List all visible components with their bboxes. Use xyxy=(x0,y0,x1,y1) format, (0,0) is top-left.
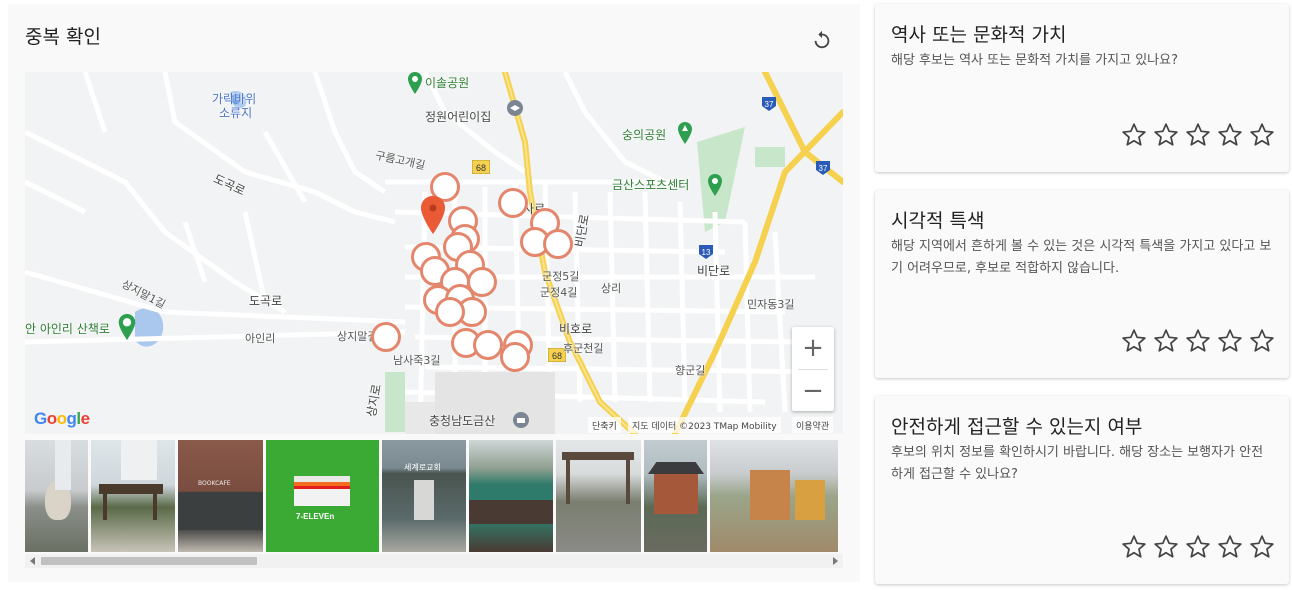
scroll-left-arrow-icon[interactable] xyxy=(30,557,35,565)
school-pin-icon xyxy=(507,100,523,116)
map-label-sports: 금산스포츠센터 xyxy=(612,178,690,192)
park-tree-icon xyxy=(678,122,692,144)
card-safe-access: 안전하게 접근할 수 있는지 여부 후보의 위치 정보를 확인하시기 바랍니다.… xyxy=(875,396,1289,584)
scrollbar-thumb[interactable] xyxy=(41,557,257,565)
star-icon[interactable] xyxy=(1153,328,1179,354)
candidate-marker[interactable] xyxy=(498,188,528,218)
card-title: 역사 또는 문화적 가치 xyxy=(891,24,1067,46)
gov-pin-icon xyxy=(513,412,529,428)
candidate-marker[interactable] xyxy=(473,330,503,360)
map-label-road-gunjeong: 군정5길 xyxy=(542,270,580,283)
map-label-road-docok2: 도곡로 xyxy=(249,294,283,308)
selected-location-pin-icon[interactable] xyxy=(421,196,445,234)
map-label-park1: 이솔공원 xyxy=(425,76,470,90)
route-badge-37b: 37 xyxy=(816,161,830,175)
map[interactable]: 68 68 13 37 37 이솔공원 정원어린이집 숭의공원 금산스포츠센터 … xyxy=(25,72,843,434)
star-icon[interactable] xyxy=(1185,534,1211,560)
sports-pin-icon xyxy=(708,174,722,196)
thumbnail-scrollbar[interactable] xyxy=(25,554,843,568)
seven-eleven-logo-text: 7-ELEVEn xyxy=(296,512,335,521)
panel-title: 중복 확인 xyxy=(25,26,101,48)
star-icon[interactable] xyxy=(1185,122,1211,148)
map-label-park2: 숭의공원 xyxy=(622,128,667,142)
map-label-road-bidan: 비단로 xyxy=(697,264,731,278)
thumbnail-strip[interactable]: BOOKCAFE 7-ELEVEn 세계로교회 xyxy=(25,440,843,552)
svg-text:13: 13 xyxy=(702,248,711,257)
card-description: 해당 후보는 역사 또는 문화적 가치를 가지고 있나요? xyxy=(891,53,1178,68)
star-rating[interactable] xyxy=(1121,328,1275,354)
zoom-in-button[interactable]: + xyxy=(792,327,834,369)
map-label-road-biho: 비호로 xyxy=(559,322,593,336)
map-label-road-mandong: 민자동3길 xyxy=(747,298,795,311)
map-label-road-hugun: 후군천길 xyxy=(563,342,604,355)
star-icon[interactable] xyxy=(1217,122,1243,148)
star-icon[interactable] xyxy=(1153,534,1179,560)
star-rating[interactable] xyxy=(1121,122,1275,148)
card-history-culture: 역사 또는 문화적 가치 해당 후보는 역사 또는 문화적 가치를 가지고 있나… xyxy=(875,4,1289,172)
church-sign-text: 세계로교회 xyxy=(404,463,441,472)
thumbnail-playground[interactable] xyxy=(710,440,838,552)
card-description: 해당 지역에서 흔하게 볼 수 있는 것은 시각적 특색을 가지고 있다고 보기… xyxy=(891,239,1272,276)
map-label-playground: 정원어린이집 xyxy=(425,110,492,124)
thumbnail-church[interactable]: 세계로교회 xyxy=(382,440,466,552)
star-icon[interactable] xyxy=(1249,534,1275,560)
star-icon[interactable] xyxy=(1217,328,1243,354)
card-description: 후보의 위치 정보를 확인하시기 바랍니다. 해당 장소는 보행자가 안전하게 … xyxy=(891,445,1264,482)
thumbnail-korean-pavilion[interactable] xyxy=(644,440,707,552)
star-icon[interactable] xyxy=(1249,328,1275,354)
refresh-button[interactable] xyxy=(808,26,836,54)
refresh-icon xyxy=(814,30,830,49)
svg-text:37: 37 xyxy=(819,164,828,173)
candidate-marker[interactable] xyxy=(543,229,573,259)
candidate-marker[interactable] xyxy=(435,297,465,327)
star-icon[interactable] xyxy=(1121,328,1147,354)
zoom-controls: + − xyxy=(792,327,834,411)
map-terms-link[interactable]: 이용약관 xyxy=(792,417,834,433)
map-label-road-hyanggun: 향군길 xyxy=(675,364,706,377)
route-badge-68: 68 xyxy=(472,160,490,174)
svg-text:68: 68 xyxy=(552,351,562,361)
scroll-right-arrow-icon[interactable] xyxy=(833,557,838,565)
route-badge-13: 13 xyxy=(699,245,713,259)
map-label-road-namsa: 남사죽3길 xyxy=(393,354,441,367)
map-label-road-sangni: 상리 xyxy=(601,282,622,295)
route-badge-37: 37 xyxy=(762,97,776,111)
candidate-marker[interactable] xyxy=(371,322,401,352)
card-visual-feature: 시각적 특색 해당 지역에서 흔하게 볼 수 있는 것은 시각적 특색을 가지고… xyxy=(875,190,1289,378)
star-icon[interactable] xyxy=(1153,122,1179,148)
star-icon[interactable] xyxy=(1121,534,1147,560)
card-title: 시각적 특색 xyxy=(891,210,985,232)
star-icon[interactable] xyxy=(1185,328,1211,354)
thumbnail-pavilion-apartment[interactable] xyxy=(91,440,175,552)
google-logo[interactable]: Google xyxy=(34,409,90,429)
svg-text:37: 37 xyxy=(765,100,774,109)
thumbnail-wooden-shelter[interactable] xyxy=(556,440,641,552)
trail-pin-icon xyxy=(118,314,136,340)
candidate-marker[interactable] xyxy=(500,342,530,372)
map-label-road-ain: 아인리 xyxy=(245,332,276,345)
thumbnail-sculpture-park[interactable] xyxy=(25,440,88,552)
zoom-out-button[interactable]: − xyxy=(792,370,834,412)
star-icon[interactable] xyxy=(1217,534,1243,560)
thumbnail-seven-eleven[interactable]: 7-ELEVEn xyxy=(266,440,379,552)
map-shortcuts-link[interactable]: 단축키 xyxy=(588,417,621,433)
duplicate-check-panel: 중복 확인 68 68 13 37 37 이솔공원 정원어린이집 숭의공원 금산… xyxy=(8,4,860,582)
card-title: 안전하게 접근할 수 있는지 여부 xyxy=(891,416,1143,438)
star-icon[interactable] xyxy=(1249,122,1275,148)
map-label-trail: 안 아인리 산책로 xyxy=(25,322,110,336)
star-icon[interactable] xyxy=(1121,122,1147,148)
thumbnail-book-cafe[interactable]: BOOKCAFE xyxy=(178,440,263,552)
map-label-road-gunjeong4: 군정4길 xyxy=(540,286,578,299)
park-pin-icon xyxy=(408,72,422,94)
map-label-reservoir2: 소류지 xyxy=(219,106,253,120)
star-rating[interactable] xyxy=(1121,534,1275,560)
thumbnail-basketball-court[interactable] xyxy=(469,440,553,552)
map-data-attribution: 지도 데이터 ©2023 TMap Mobility xyxy=(628,417,781,433)
svg-text:68: 68 xyxy=(476,163,486,173)
map-label-gov: 충청남도금산 xyxy=(429,414,496,428)
